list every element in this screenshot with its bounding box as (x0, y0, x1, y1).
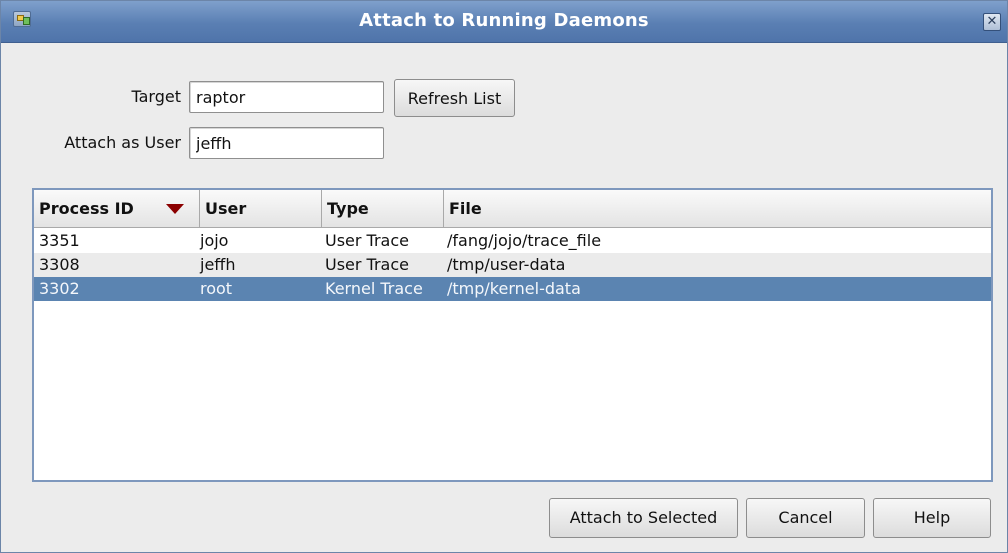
target-label: Target (131, 87, 182, 106)
sort-descending-icon (166, 204, 184, 214)
attach-dialog: Attach to Running Daemons ✕ Target Refre… (0, 0, 1008, 553)
column-header-type[interactable]: Type (322, 190, 444, 228)
cell-file: /fang/jojo/trace_file (447, 231, 602, 250)
target-input[interactable] (189, 81, 384, 113)
close-icon[interactable]: ✕ (983, 13, 1001, 31)
cell-process-id: 3351 (39, 231, 80, 250)
cell-user: root (200, 279, 233, 298)
column-header-user[interactable]: User (200, 190, 322, 228)
cell-user: jeffh (200, 255, 236, 274)
table-row[interactable]: 3308 jeffh User Trace /tmp/user-data (34, 253, 991, 277)
cell-file: /tmp/kernel-data (447, 279, 581, 298)
help-button[interactable]: Help (873, 498, 991, 538)
refresh-list-button[interactable]: Refresh List (394, 79, 515, 117)
cell-process-id: 3308 (39, 255, 80, 274)
table-header: Process ID User Type File (34, 190, 991, 228)
table-row-selected[interactable]: 3302 root Kernel Trace /tmp/kernel-data (34, 277, 991, 301)
column-header-file[interactable]: File (444, 190, 991, 228)
process-table: Process ID User Type File 3351 jojo User… (32, 188, 993, 482)
column-header-process-id[interactable]: Process ID (34, 190, 200, 228)
cell-type: User Trace (325, 231, 409, 250)
attach-as-user-label: Attach as User (64, 133, 181, 152)
cell-file: /tmp/user-data (447, 255, 566, 274)
cell-type: Kernel Trace (325, 279, 423, 298)
cell-process-id: 3302 (39, 279, 80, 298)
attach-as-user-input[interactable] (189, 127, 384, 159)
cell-user: jojo (200, 231, 229, 250)
attach-to-selected-button[interactable]: Attach to Selected (549, 498, 738, 538)
cell-type: User Trace (325, 255, 409, 274)
window-title: Attach to Running Daemons (359, 10, 649, 31)
column-header-label: Process ID (39, 199, 134, 218)
table-row[interactable]: 3351 jojo User Trace /fang/jojo/trace_fi… (34, 229, 991, 253)
title-bar[interactable]: Attach to Running Daemons ✕ (1, 1, 1007, 43)
cancel-button[interactable]: Cancel (746, 498, 865, 538)
